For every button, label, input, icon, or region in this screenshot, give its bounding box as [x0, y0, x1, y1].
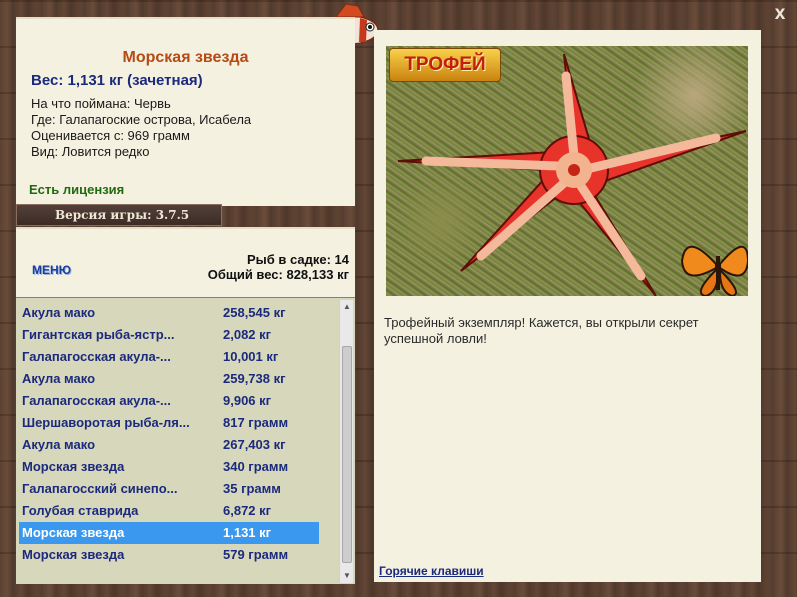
catch-weight: 35 грамм [223, 481, 281, 496]
butterfly-icon [680, 245, 748, 296]
hotkeys-link[interactable]: Горячие клавиши [379, 564, 484, 578]
license-status: Есть лицензия [29, 182, 125, 197]
catch-name: Морская звезда [22, 525, 125, 540]
catch-name: Акула мако [22, 371, 96, 386]
catch-row-selected[interactable]: Морская звезда 1,131 кг [19, 522, 319, 544]
scroll-thumb[interactable] [342, 346, 352, 563]
catch-weight: 267,403 кг [223, 437, 286, 452]
catch-row[interactable]: Шершаворотая рыба-ля... 817 грамм [19, 412, 319, 434]
catch-row[interactable]: Акула мако 259,738 кг [19, 368, 319, 390]
scroll-up-icon[interactable]: ▲ [340, 300, 354, 314]
catch-weight: 1,131 кг [223, 525, 272, 540]
catch-name: Галапагосская акула-... [22, 349, 171, 364]
catch-weight: 579 грамм [223, 547, 289, 562]
catch-name: Шершаворотая рыба-ля... [22, 415, 190, 430]
catch-name: Акула мако [22, 305, 96, 320]
catch-row[interactable]: Галапагосская акула-... 9,906 кг [19, 390, 319, 412]
catch-weight: 340 грамм [223, 459, 289, 474]
catch-weight: 6,872 кг [223, 503, 272, 518]
catch-row[interactable]: Акула мако 258,545 кг [19, 302, 319, 324]
catch-weight: 10,001 кг [223, 349, 279, 364]
catch-name: Акула мако [22, 437, 96, 452]
catch-row[interactable]: Морская звезда 340 грамм [19, 456, 319, 478]
catch-weight: 9,906 кг [223, 393, 272, 408]
catch-weight: 258,545 кг [223, 305, 286, 320]
catch-row[interactable]: Галапагосский синепо... 35 грамм [19, 478, 319, 500]
catch-row[interactable]: Галапагосская акула-... 10,001 кг [19, 346, 319, 368]
value-detail: Оценивается с: 969 грамм [31, 128, 190, 143]
fish-name: Морская звезда [122, 49, 249, 66]
menu-button[interactable]: МЕНЮ [32, 263, 71, 277]
list-scrollbar[interactable]: ▲ ▼ [339, 300, 353, 583]
catch-row[interactable]: Морская звезда 579 грамм [19, 544, 319, 566]
scroll-down-icon[interactable]: ▼ [340, 569, 354, 583]
catch-weight: 259,738 кг [223, 371, 286, 386]
catch-name: Морская звезда [22, 459, 125, 474]
fish-count: Рыб в садке: 14 [246, 252, 349, 267]
rarity-detail: Вид: Ловится редко [31, 144, 150, 159]
catch-row[interactable]: Акула мако 267,403 кг [19, 434, 319, 456]
catch-name: Морская звезда [22, 547, 125, 562]
catch-name: Галапагосский синепо... [22, 481, 178, 496]
catch-stats: Рыб в садке: 14 Общий вес: 828,133 кг [208, 252, 349, 282]
fish-weight: Вес: 1,131 кг (зачетная) [31, 72, 203, 89]
catch-list-panel: МЕНЮ Рыб в садке: 14 Общий вес: 828,133 … [16, 227, 355, 584]
game-version: Версия игры: 3.7.5 [16, 204, 222, 226]
catch-name: Голубая ставрида [22, 503, 139, 518]
fish-info-panel: Морская звезда Вес: 1,131 кг (зачетная) … [16, 17, 355, 206]
catch-name: Галапагосская акула-... [22, 393, 171, 408]
catch-weight: 817 грамм [223, 415, 289, 430]
catch-row[interactable]: Гигантская рыба-ястр... 2,082 кг [19, 324, 319, 346]
catch-name: Гигантская рыба-ястр... [22, 327, 175, 342]
total-weight: Общий вес: 828,133 кг [207, 267, 349, 282]
catch-list[interactable]: Акула мако 258,545 кг Гигантская рыба-яс… [16, 297, 355, 584]
trophy-panel: ТРОФЕЙ Трофейный экземпляр! Кажется, вы … [374, 30, 761, 582]
bait-detail: На что поймана: Червь [31, 96, 171, 111]
catch-weight: 2,082 кг [223, 327, 272, 342]
close-button[interactable]: x [770, 4, 790, 24]
trophy-caption: Трофейный экземпляр! Кажется, вы открыли… [384, 315, 699, 346]
starfish-image: ТРОФЕЙ [386, 46, 748, 296]
close-icon: x [774, 3, 786, 24]
catch-row[interactable]: Голубая ставрида 6,872 кг [19, 500, 319, 522]
location-detail: Где: Галапагоские острова, Исабела [31, 112, 252, 127]
trophy-badge: ТРОФЕЙ [389, 48, 501, 82]
starfish-illustration [397, 53, 748, 296]
